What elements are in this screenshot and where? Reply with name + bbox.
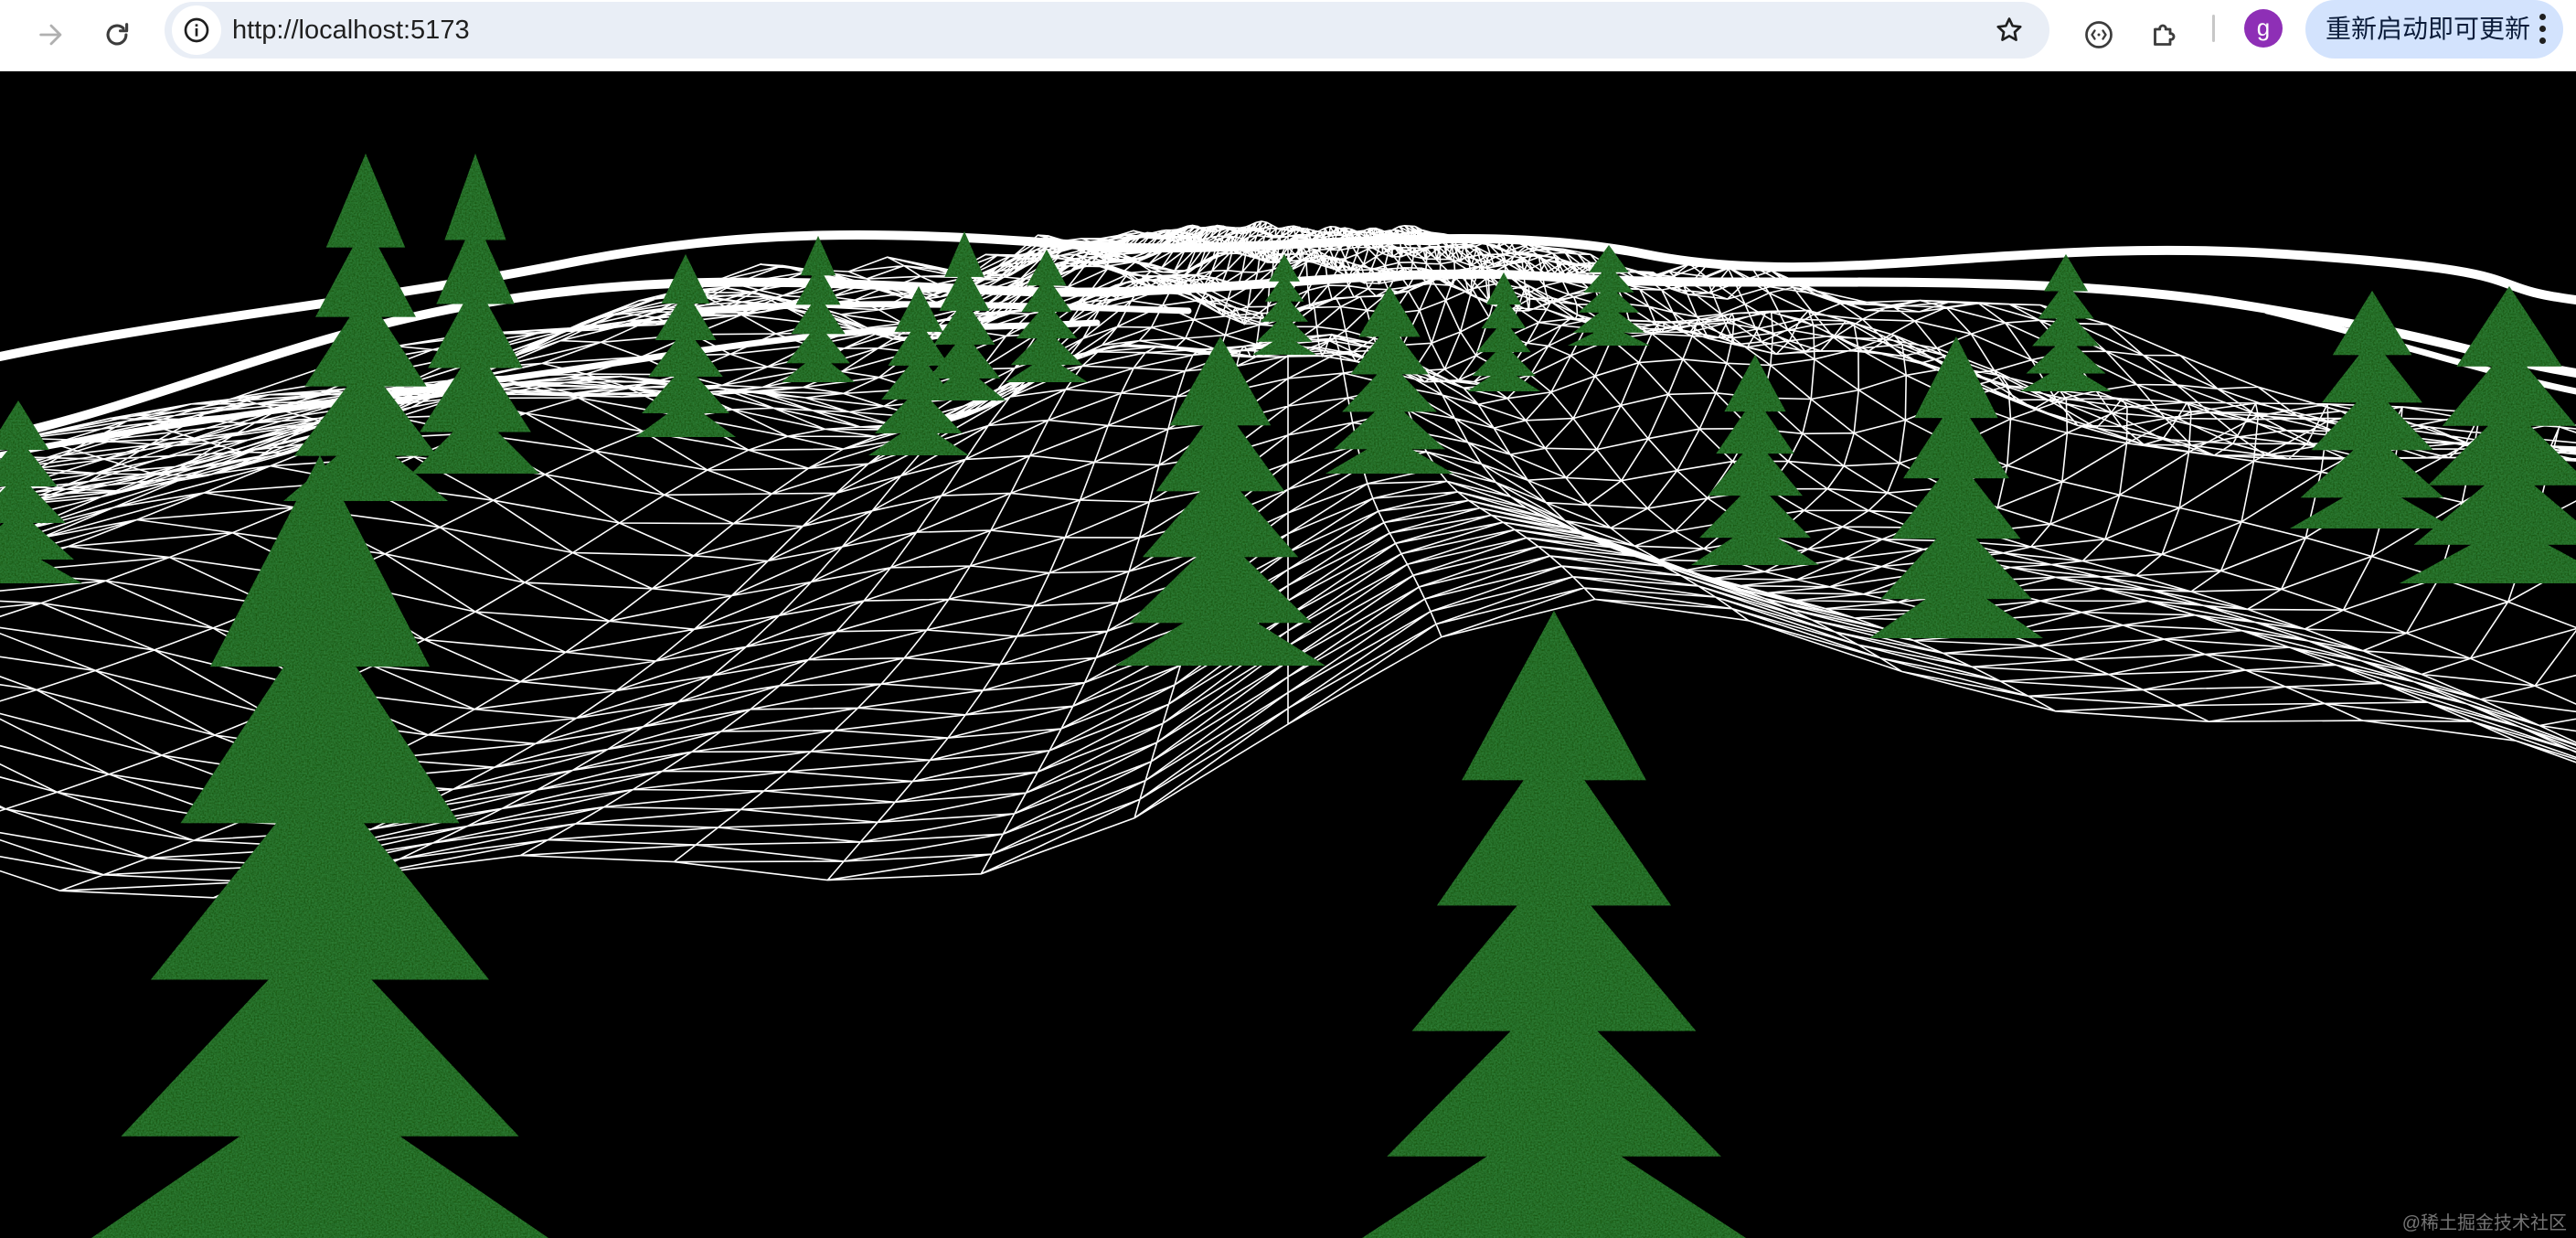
pine-tree xyxy=(283,154,448,501)
update-restart-button[interactable]: 重新启动即可更新 xyxy=(2305,0,2563,59)
update-restart-label: 重新启动即可更新 xyxy=(2326,15,2531,43)
pine-tree xyxy=(1115,336,1325,666)
pine-tree xyxy=(2020,254,2112,391)
media-control-icon xyxy=(2085,21,2113,48)
reload-button[interactable] xyxy=(88,5,146,64)
pine-tree xyxy=(1362,611,1746,1238)
extensions-button[interactable] xyxy=(2137,7,2192,62)
pine-tree xyxy=(2400,286,2576,583)
forward-button[interactable] xyxy=(22,5,80,64)
info-icon xyxy=(184,17,209,43)
webgl-canvas[interactable]: @稀土掘金技术社区 xyxy=(0,71,2576,1238)
address-bar[interactable]: http://localhost:5173 xyxy=(165,2,2049,59)
star-icon xyxy=(1996,17,2022,41)
toolbar-separator xyxy=(2212,15,2215,42)
browser-toolbar: http://localhost:5173 g 重新启动即可更新 xyxy=(0,0,2576,71)
kebab-menu-icon[interactable] xyxy=(2532,11,2554,48)
media-control-button[interactable] xyxy=(2071,7,2126,62)
terrain-scene xyxy=(0,154,2576,1238)
bookmark-button[interactable] xyxy=(1989,10,2029,50)
watermark-text: @稀土掘金技术社区 xyxy=(2401,1213,2567,1233)
puzzle-icon xyxy=(2154,24,2176,46)
profile-avatar[interactable]: g xyxy=(2244,9,2283,48)
site-info-button[interactable] xyxy=(172,5,221,55)
reload-icon xyxy=(106,23,129,46)
arrow-right-icon xyxy=(39,24,62,46)
url-text[interactable]: http://localhost:5173 xyxy=(232,2,470,59)
